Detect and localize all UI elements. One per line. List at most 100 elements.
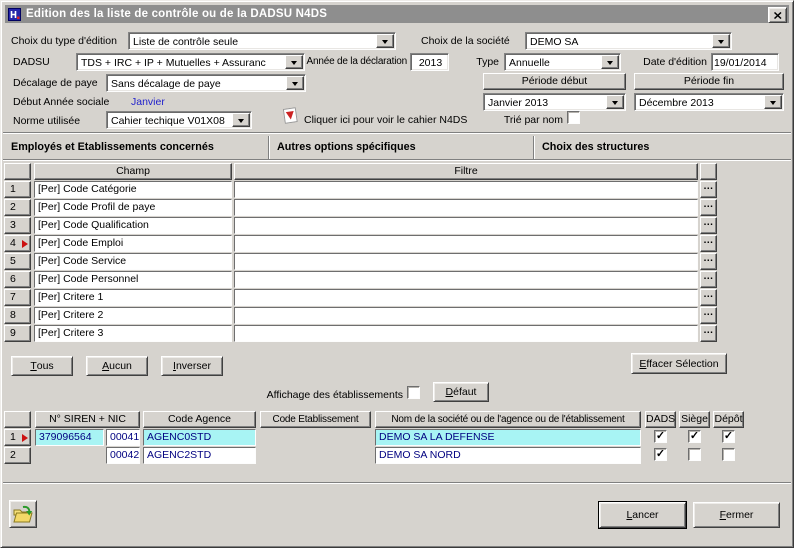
filtre-field[interactable] (234, 289, 698, 306)
row-number-cell[interactable]: 4 (4, 235, 31, 252)
type-select[interactable]: Annuelle (504, 53, 621, 71)
type-edition-select[interactable]: Liste de contrôle seule (128, 32, 396, 50)
filtre-field[interactable] (234, 271, 698, 288)
dropdown-arrow-icon[interactable] (764, 95, 782, 109)
nic-field[interactable]: 00041 (106, 429, 140, 446)
filtre-browse-button[interactable]: ... (700, 325, 717, 342)
row-number-cell[interactable]: 3 (4, 217, 31, 234)
champ-field[interactable]: [Per] Critere 2 (34, 307, 232, 324)
code-etablissement-column-header[interactable]: Code Etablissement (260, 411, 371, 428)
filtre-field[interactable] (234, 235, 698, 252)
filtre-field[interactable] (234, 181, 698, 198)
depot-column-header[interactable]: Dépôt (713, 411, 744, 428)
norme-select[interactable]: Cahier techique V01X08 (106, 111, 252, 129)
filtre-browse-button[interactable]: ... (700, 307, 717, 324)
champ-field[interactable]: [Per] Code Profil de paye (34, 199, 232, 216)
row-number-cell[interactable]: 1 (4, 181, 31, 198)
affichage-etablissements-checkbox[interactable] (407, 386, 420, 399)
defaut-button[interactable]: Défaut (433, 382, 489, 402)
row-number-cell[interactable]: 2 (4, 199, 31, 216)
code-agence-field[interactable]: AGENC2STD (143, 447, 256, 464)
fermer-button[interactable]: Fermer (693, 502, 780, 528)
societe-select[interactable]: DEMO SA (525, 32, 732, 50)
filtre-browse-button[interactable]: ... (700, 289, 717, 306)
champ-field[interactable]: [Per] Code Emploi (34, 235, 232, 252)
close-button[interactable] (768, 7, 787, 23)
date-edition-label: Date d'édition (621, 56, 707, 68)
depot-checkbox[interactable] (722, 448, 735, 461)
filtre-field[interactable] (234, 307, 698, 324)
tous-button[interactable]: Tous (11, 356, 73, 376)
row-number-cell[interactable]: 9 (4, 325, 31, 342)
row-number-cell[interactable]: 5 (4, 253, 31, 270)
filtre-browse-button[interactable]: ... (700, 199, 717, 216)
inverser-button[interactable]: Inverser (161, 356, 223, 376)
filtre-browse-button[interactable]: ... (700, 235, 717, 252)
siege-column-header[interactable]: Siège (679, 411, 710, 428)
champ-column-header[interactable]: Champ (34, 163, 232, 180)
dadsu-select[interactable]: TDS + IRC + IP + Mutuelles + Assuranc (76, 53, 305, 71)
code-agence-field[interactable]: AGENC0STD (143, 429, 256, 446)
decalage-paye-select[interactable]: Sans décalage de paye (106, 74, 306, 92)
cahier-n4ds-link[interactable]: Cliquer ici pour voir le cahier N4DS (304, 114, 467, 126)
champ-field[interactable]: [Per] Code Personnel (34, 271, 232, 288)
row-number-cell[interactable]: 2 (4, 447, 31, 464)
filtre-browse-button[interactable]: ... (700, 253, 717, 270)
etablissement-row: 1 379096564 00041 AGENC0STD DEMO SA LA D… (3, 429, 747, 447)
date-edition-field[interactable]: 19/01/2014 (711, 53, 779, 71)
periode-debut-select[interactable]: Janvier 2013 (483, 93, 626, 111)
nom-field[interactable]: DEMO SA LA DEFENSE (375, 429, 641, 446)
champ-field[interactable]: [Per] Code Catégorie (34, 181, 232, 198)
title-bar[interactable]: Edition des la liste de contrôle ou de l… (5, 5, 789, 23)
filtre-field[interactable] (234, 199, 698, 216)
filtre-field[interactable] (234, 253, 698, 270)
effacer-selection-button[interactable]: Effacer Sélection (631, 353, 727, 374)
dropdown-arrow-icon[interactable] (606, 95, 624, 109)
dads-column-header[interactable]: DADS (645, 411, 676, 428)
depot-cell (713, 447, 744, 464)
filtre-browse-button[interactable]: ... (700, 271, 717, 288)
siren-field[interactable]: 379096564 (35, 429, 104, 446)
periode-fin-select[interactable]: Décembre 2013 (634, 93, 784, 111)
filtre-column-header[interactable]: Filtre (234, 163, 698, 180)
code-agence-column-header[interactable]: Code Agence (143, 411, 256, 428)
tab-autres-options[interactable]: Autres options spécifiques (268, 136, 533, 159)
row-number-cell[interactable]: 6 (4, 271, 31, 288)
dads-checkbox[interactable] (654, 430, 667, 443)
lancer-button[interactable]: Lancer (599, 502, 686, 528)
row-number-cell[interactable]: 7 (4, 289, 31, 306)
row-count-cell (4, 411, 31, 428)
dropdown-arrow-icon[interactable] (286, 76, 304, 90)
tab-choix-structures[interactable]: Choix des structures (533, 136, 791, 159)
dropdown-arrow-icon[interactable] (601, 55, 619, 69)
dropdown-arrow-icon[interactable] (232, 113, 250, 127)
export-button[interactable] (9, 500, 37, 528)
row-number-cell[interactable]: 1 (4, 429, 31, 446)
siege-checkbox[interactable] (688, 448, 701, 461)
filtre-browse-button[interactable]: ... (700, 181, 717, 198)
siege-checkbox[interactable] (688, 430, 701, 443)
etablissements-grid: N° SIREN + NIC Code Agence Code Etabliss… (3, 411, 747, 465)
filter-row: 9 [Per] Critere 3 ... (3, 325, 719, 343)
filtre-field[interactable] (234, 217, 698, 234)
nom-column-header[interactable]: Nom de la société ou de l'agence ou de l… (375, 411, 641, 428)
filtre-browse-button[interactable]: ... (700, 217, 717, 234)
champ-field[interactable]: [Per] Code Service (34, 253, 232, 270)
siren-nic-column-header[interactable]: N° SIREN + NIC (35, 411, 140, 428)
row-number-cell[interactable]: 8 (4, 307, 31, 324)
nic-field[interactable]: 00042 (106, 447, 140, 464)
depot-checkbox[interactable] (722, 430, 735, 443)
champ-field[interactable]: [Per] Code Qualification (34, 217, 232, 234)
filtre-field[interactable] (234, 325, 698, 342)
nom-field[interactable]: DEMO SA NORD (375, 447, 641, 464)
trie-par-nom-checkbox[interactable] (567, 111, 580, 124)
dads-checkbox[interactable] (654, 448, 667, 461)
tab-employes-etablissements[interactable]: Employés et Etablissements concernés (3, 136, 268, 159)
dropdown-arrow-icon[interactable] (712, 34, 730, 48)
champ-field[interactable]: [Per] Critere 3 (34, 325, 232, 342)
champ-field[interactable]: [Per] Critere 1 (34, 289, 232, 306)
pdf-icon[interactable] (283, 107, 298, 127)
aucun-button[interactable]: Aucun (86, 356, 148, 376)
annee-declaration-field[interactable]: 2013 (410, 53, 449, 71)
dropdown-arrow-icon[interactable] (376, 34, 394, 48)
